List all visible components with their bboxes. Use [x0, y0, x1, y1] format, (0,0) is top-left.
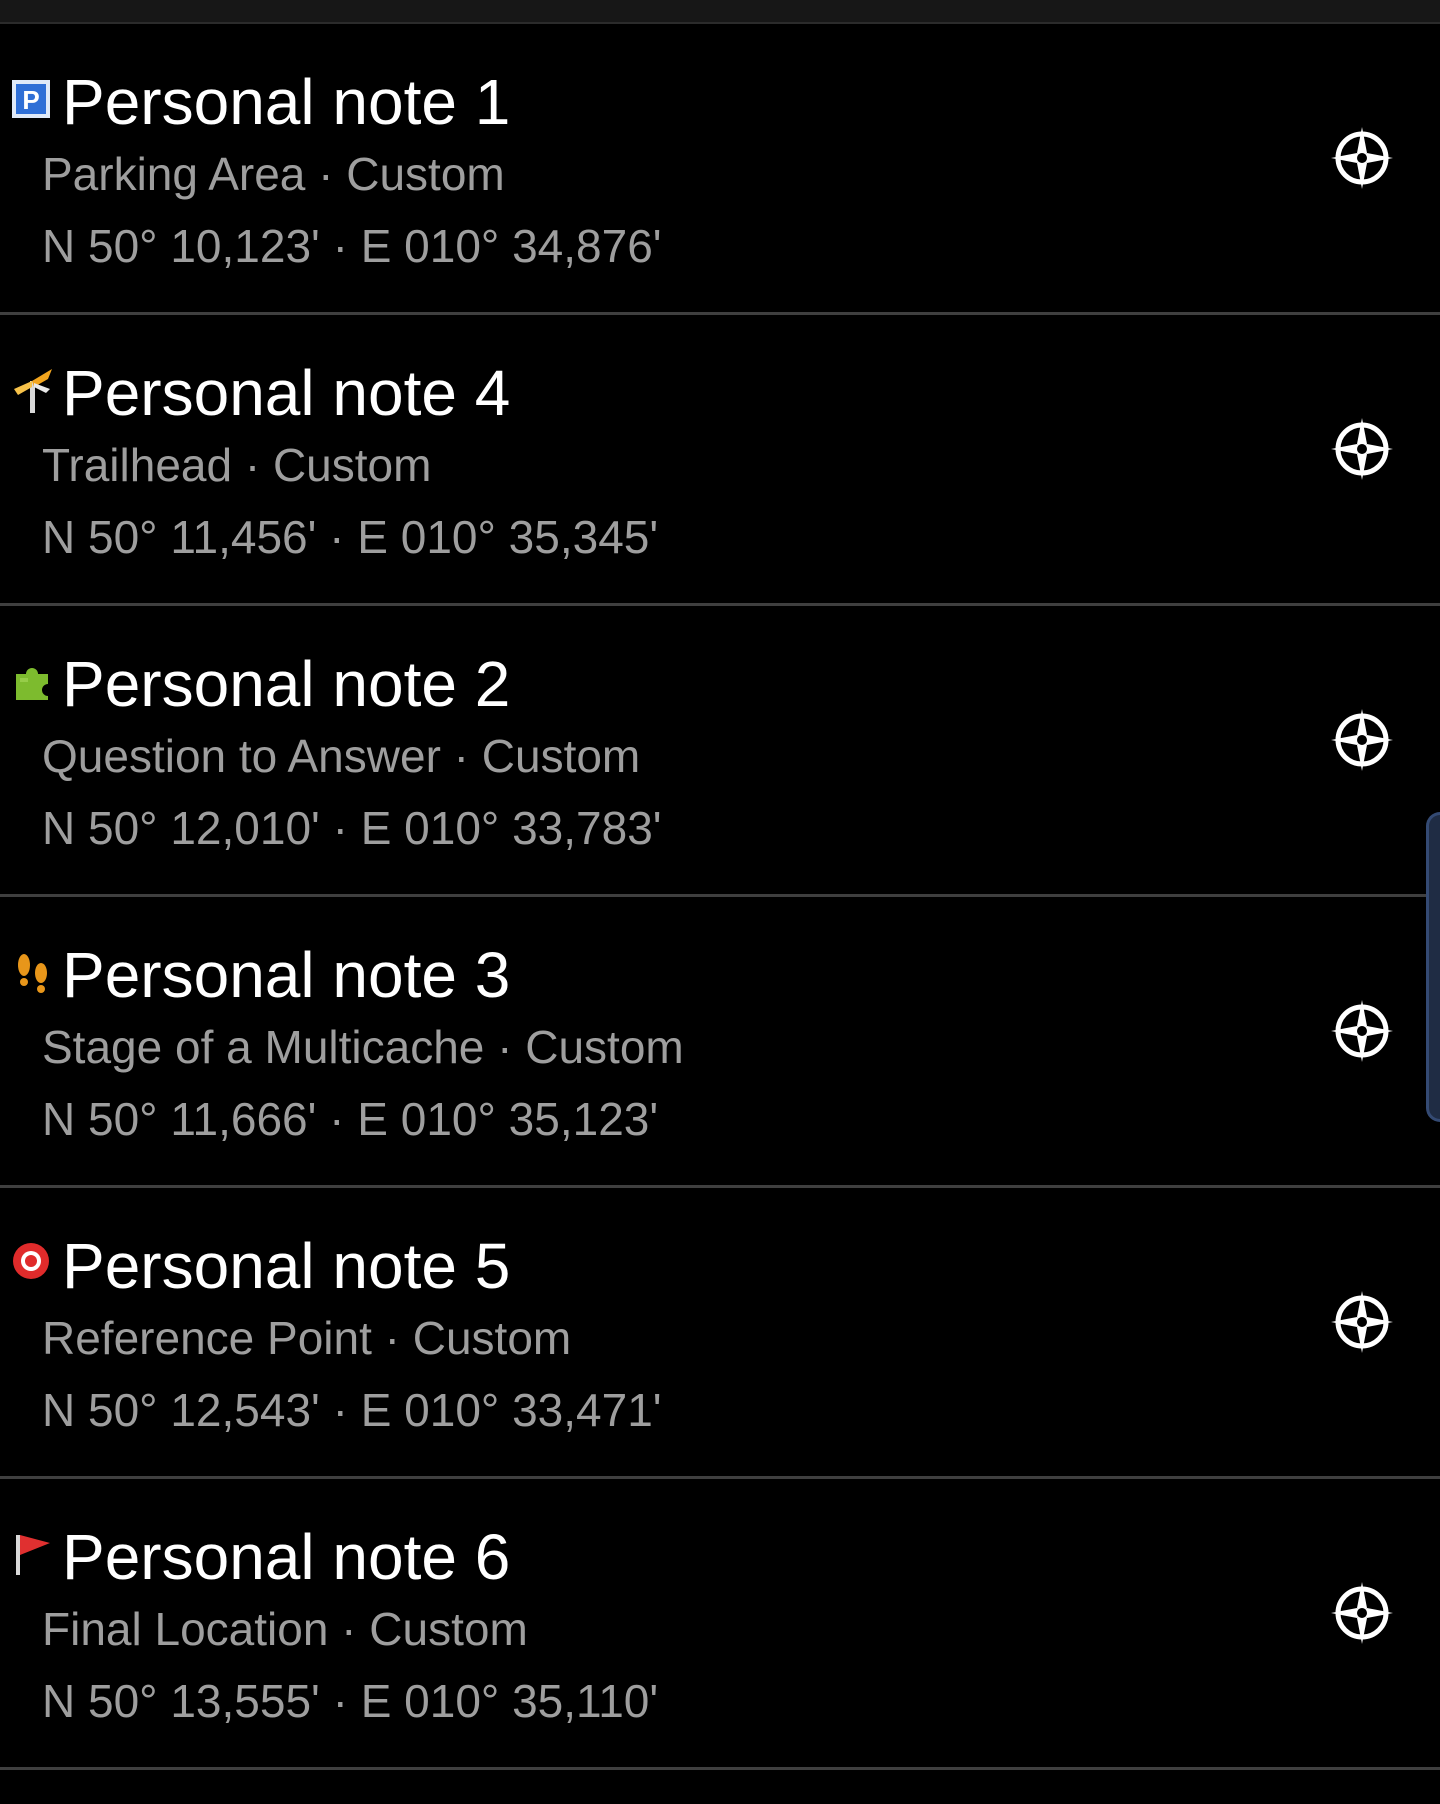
waypoint-row[interactable]: Personal note 3 Stage of a Multicache · …: [0, 897, 1440, 1188]
reference-point-icon: [10, 1240, 56, 1286]
waypoint-coordinates: N 50° 13,555' · E 010° 35,110': [42, 1675, 659, 1727]
final-flag-icon: [10, 1531, 56, 1577]
waypoint-title: Personal note 6: [62, 1521, 511, 1593]
top-toolbar-edge: [0, 0, 1440, 24]
footprints-icon: [10, 949, 56, 995]
waypoint-type: Reference Point · Custom: [42, 1312, 572, 1364]
waypoint-row[interactable]: P Personal note 1 Parking Area · Custom …: [0, 24, 1440, 315]
parking-icon: P: [10, 76, 56, 122]
waypoint-type: Parking Area · Custom: [42, 148, 505, 200]
compass-navigate-icon: [1328, 1288, 1396, 1356]
waypoint-title: Personal note 2: [62, 648, 511, 720]
waypoint-title: Personal note 3: [62, 939, 511, 1011]
waypoint-coordinates: N 50° 12,010' · E 010° 33,783': [42, 802, 662, 854]
navigate-button[interactable]: [1320, 989, 1404, 1073]
navigate-button[interactable]: [1320, 1280, 1404, 1364]
puzzle-icon: [10, 658, 56, 704]
waypoint-row[interactable]: Personal note 2 Question to Answer · Cus…: [0, 606, 1440, 897]
navigate-button[interactable]: [1320, 407, 1404, 491]
waypoint-list: P Personal note 1 Parking Area · Custom …: [0, 24, 1440, 1770]
waypoint-type: Trailhead · Custom: [42, 439, 432, 491]
trailhead-icon: [10, 367, 56, 413]
waypoint-row[interactable]: Personal note 4 Trailhead · Custom N 50°…: [0, 315, 1440, 606]
waypoint-title: Personal note 5: [62, 1230, 511, 1302]
navigate-button[interactable]: [1320, 698, 1404, 782]
compass-navigate-icon: [1328, 1579, 1396, 1647]
svg-text:P: P: [22, 85, 39, 115]
compass-navigate-icon: [1328, 124, 1396, 192]
compass-navigate-icon: [1328, 415, 1396, 483]
waypoint-type: Question to Answer · Custom: [42, 730, 641, 782]
waypoint-row[interactable]: Personal note 5 Reference Point · Custom…: [0, 1188, 1440, 1479]
waypoint-title: Personal note 4: [62, 357, 511, 429]
compass-navigate-icon: [1328, 706, 1396, 774]
compass-navigate-icon: [1328, 997, 1396, 1065]
navigate-button[interactable]: [1320, 116, 1404, 200]
waypoint-type: Final Location · Custom: [42, 1603, 528, 1655]
waypoint-title: Personal note 1: [62, 66, 511, 138]
waypoint-type: Stage of a Multicache · Custom: [42, 1021, 684, 1073]
waypoint-coordinates: N 50° 10,123' · E 010° 34,876': [42, 220, 662, 272]
waypoint-coordinates: N 50° 11,456' · E 010° 35,345': [42, 511, 659, 563]
waypoint-coordinates: N 50° 12,543' · E 010° 33,471': [42, 1384, 662, 1436]
navigate-button[interactable]: [1320, 1571, 1404, 1655]
waypoint-row[interactable]: Personal note 6 Final Location · Custom …: [0, 1479, 1440, 1770]
waypoint-coordinates: N 50° 11,666' · E 010° 35,123': [42, 1093, 659, 1145]
scrollbar-thumb[interactable]: [1426, 812, 1440, 1122]
